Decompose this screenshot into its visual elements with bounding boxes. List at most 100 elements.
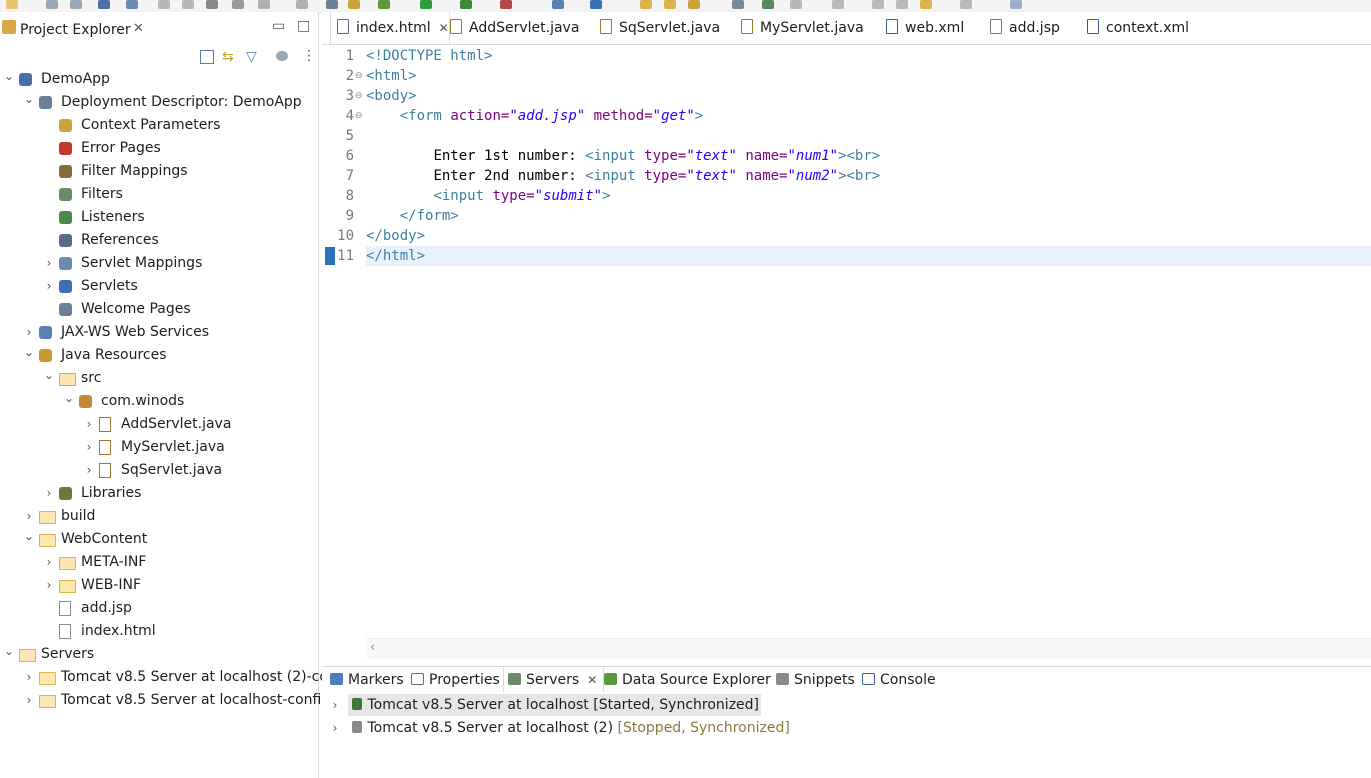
navigate-up-icon[interactable]: [832, 0, 844, 9]
pen-icon[interactable]: [688, 0, 700, 9]
tree-item[interactable]: ⌄ Deployment Descriptor: DemoApp: [0, 91, 318, 114]
code-line-7[interactable]: Enter 2nd number: <input type="text" nam…: [366, 166, 880, 186]
tree-item[interactable]: › build: [0, 505, 318, 528]
expand-chevron-icon[interactable]: ›: [44, 482, 54, 505]
tree-item[interactable]: › JAX-WS Web Services: [0, 321, 318, 344]
expand-chevron-icon[interactable]: ›: [24, 689, 34, 712]
tree-item[interactable]: Error Pages: [0, 137, 318, 160]
expand-chevron-icon[interactable]: ›: [44, 574, 54, 597]
project-explorer-title[interactable]: Project Explorer: [20, 22, 131, 38]
tree-item[interactable]: › Servlet Mappings: [0, 252, 318, 275]
save-icon[interactable]: [46, 0, 58, 9]
tree-item[interactable]: › SqServlet.java: [0, 459, 318, 482]
tree-item[interactable]: ⌄ Java Resources: [0, 344, 318, 367]
globe-icon[interactable]: [552, 0, 564, 9]
code-line-11[interactable]: </html>: [366, 246, 425, 266]
server-row[interactable]: › Tomcat v8.5 Server at localhost [Start…: [330, 694, 761, 716]
tree-item[interactable]: › META-INF: [0, 551, 318, 574]
minimize-icon[interactable]: ▭: [272, 18, 285, 34]
code-line-4[interactable]: <form action="add.jsp" method="get">: [366, 106, 704, 126]
wizard-icon[interactable]: [348, 0, 360, 9]
tree-item[interactable]: › Servlets: [0, 275, 318, 298]
tab-properties[interactable]: Properties: [411, 668, 500, 692]
tab-sqservlet-java[interactable]: SqServlet.java: [600, 12, 720, 44]
collapse-chevron-icon[interactable]: ⌄: [24, 528, 34, 551]
expand-chevron-icon[interactable]: ›: [44, 275, 54, 298]
collapse-chevron-icon[interactable]: ⌄: [44, 367, 54, 390]
filter-icon[interactable]: ▽: [246, 49, 257, 65]
tree-item[interactable]: add.jsp: [0, 597, 318, 620]
code-line-2[interactable]: <html>: [366, 66, 417, 86]
tree-item[interactable]: ⌄ WebContent: [0, 528, 318, 551]
maximize-icon[interactable]: □: [297, 18, 310, 34]
expand-chevron-icon[interactable]: ›: [84, 413, 94, 436]
focus-icon[interactable]: [276, 51, 288, 61]
tab-console[interactable]: Console: [862, 668, 936, 692]
expand-chevron-icon[interactable]: ›: [24, 505, 34, 528]
view-menu-icon[interactable]: ⋮: [302, 48, 316, 64]
tree-item[interactable]: Filter Mappings: [0, 160, 318, 183]
expand-chevron-icon[interactable]: ›: [84, 459, 94, 482]
disconnect-icon[interactable]: [232, 0, 244, 9]
expand-chevron-icon[interactable]: ›: [330, 717, 340, 739]
forward-history-icon[interactable]: [960, 0, 972, 9]
skip-breakpoints-icon[interactable]: [326, 0, 338, 9]
server-icon[interactable]: [590, 0, 602, 9]
tree-item[interactable]: Listeners: [0, 206, 318, 229]
print-icon[interactable]: [98, 0, 110, 9]
resume-icon[interactable]: [182, 0, 194, 9]
step-over-icon[interactable]: [296, 0, 308, 9]
tab-add-jsp[interactable]: add.jsp: [990, 12, 1060, 44]
debug-icon[interactable]: [378, 0, 390, 9]
horizontal-scrollbar[interactable]: ‹: [366, 638, 1371, 659]
expand-chevron-icon[interactable]: ›: [330, 694, 340, 716]
collapse-chevron-icon[interactable]: ⌄: [24, 344, 34, 367]
forward-icon[interactable]: [896, 0, 908, 9]
tree-item[interactable]: Context Parameters: [0, 114, 318, 137]
tab-servers[interactable]: Servers ✕: [503, 668, 605, 692]
collapse-chevron-icon[interactable]: ⌄: [24, 91, 34, 114]
expand-chevron-icon[interactable]: ›: [44, 252, 54, 275]
tree-item[interactable]: › Tomcat v8.5 Server at localhost (2)-con: [0, 666, 337, 689]
open-type-icon[interactable]: [664, 0, 676, 9]
run-icon[interactable]: [420, 0, 432, 9]
annotation-icon[interactable]: [762, 0, 774, 9]
tree-item[interactable]: ⌄ Servers: [0, 643, 318, 666]
tab-snippets[interactable]: Snippets: [776, 668, 855, 692]
tab-myservlet-java[interactable]: MyServlet.java: [741, 12, 864, 44]
collapse-chevron-icon[interactable]: ⌄: [4, 643, 14, 666]
tab-context-xml[interactable]: context.xml: [1087, 12, 1189, 44]
last-edit-icon[interactable]: [790, 0, 802, 9]
tab-web-xml[interactable]: web.xml: [886, 12, 964, 44]
scroll-left-icon[interactable]: ‹: [370, 640, 375, 655]
close-icon[interactable]: ✕: [587, 673, 597, 687]
tree-item[interactable]: ⌄ DemoApp: [0, 68, 318, 91]
tree-item[interactable]: › MyServlet.java: [0, 436, 318, 459]
step-into-icon[interactable]: [258, 0, 270, 9]
external-tools-icon[interactable]: [500, 0, 512, 9]
tree-item[interactable]: ⌄ com.winods: [0, 390, 318, 413]
tree-item[interactable]: index.html: [0, 620, 318, 643]
new-icon[interactable]: [6, 0, 18, 9]
code-line-3[interactable]: <body>: [366, 86, 417, 106]
code-line-9[interactable]: </form>: [366, 206, 459, 226]
fold-icon[interactable]: ⊖: [355, 91, 363, 101]
code-line-1[interactable]: <!DOCTYPE html>: [366, 46, 492, 66]
fold-icon[interactable]: ⊖: [355, 111, 363, 121]
web-browser-icon[interactable]: [732, 0, 744, 9]
back-history-icon[interactable]: [920, 0, 932, 9]
tree-item[interactable]: Welcome Pages: [0, 298, 318, 321]
close-icon[interactable]: ✕: [133, 21, 144, 36]
link-with-editor-icon[interactable]: ⇆: [222, 49, 234, 65]
tab-index-html[interactable]: index.html ✕: [330, 12, 450, 44]
server-row[interactable]: › Tomcat v8.5 Server at localhost (2) [S…: [330, 717, 790, 739]
expand-chevron-icon[interactable]: ›: [24, 321, 34, 344]
terminate-icon[interactable]: [206, 0, 218, 9]
expand-chevron-icon[interactable]: ›: [44, 551, 54, 574]
search-icon[interactable]: [126, 0, 138, 9]
tree-item[interactable]: › AddServlet.java: [0, 413, 318, 436]
tab-markers[interactable]: Markers: [330, 668, 404, 692]
expand-chevron-icon[interactable]: ›: [24, 666, 34, 689]
close-icon[interactable]: ✕: [439, 21, 449, 35]
open-perspective-icon[interactable]: [1010, 0, 1022, 9]
